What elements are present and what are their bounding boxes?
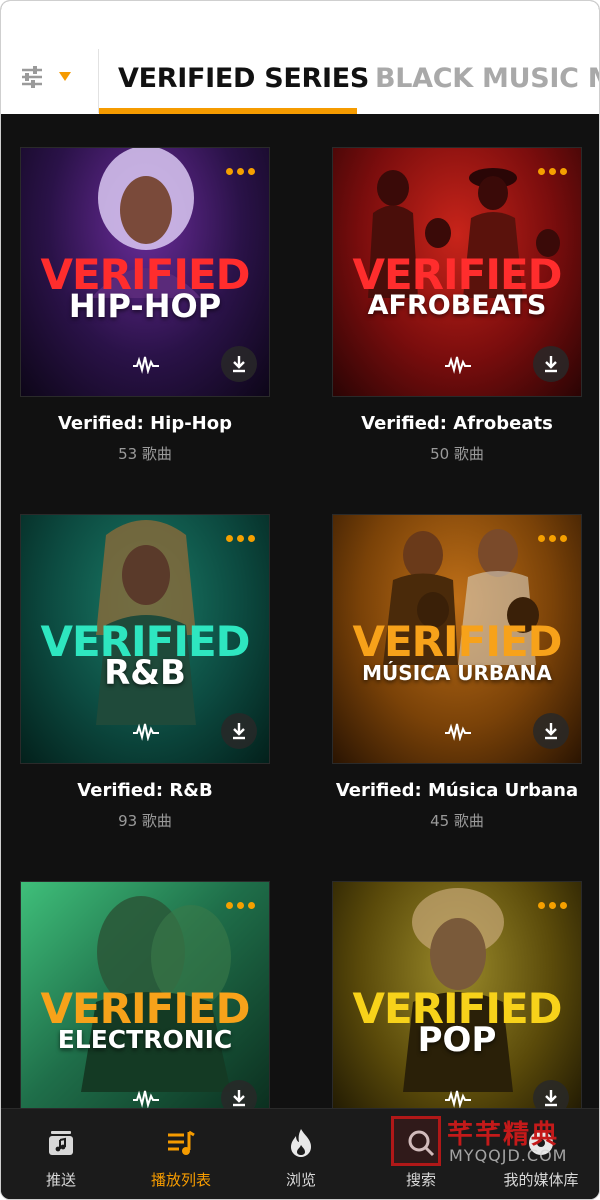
nav-label-playlists: 播放列表 [150, 1171, 211, 1189]
flame-icon [291, 1129, 311, 1157]
playlist-song-count: 45 歌曲 [430, 812, 484, 830]
download-icon[interactable] [221, 346, 257, 382]
playlist-cover[interactable]: VERIFIED AFROBEATS [332, 147, 582, 397]
playlist-cover[interactable]: VERIFIED HIP-HOP [20, 147, 270, 397]
download-icon[interactable] [533, 346, 569, 382]
more-options-icon[interactable] [226, 168, 255, 175]
playlist-song-count: 93 歌曲 [118, 812, 172, 830]
download-icon[interactable] [533, 713, 569, 749]
tab-divider [98, 49, 99, 113]
cover-genre-text: R&B [104, 653, 186, 693]
playlist-title[interactable]: Verified: Música Urbana [332, 780, 582, 801]
audiomack-logo-icon [445, 1090, 471, 1108]
bottom-navigation: 推送 播放列表 浏览 搜索 我的媒体库 芊芊精典 MYQQJD.COM [1, 1108, 599, 1199]
playlist-grid: VERIFIED HIP-HOP Verified: Hip-Hop 53 歌曲 [1, 114, 599, 1109]
playlist-title[interactable]: Verified: Hip-Hop [20, 413, 270, 434]
download-icon[interactable] [533, 1080, 569, 1109]
more-options-icon[interactable] [538, 535, 567, 542]
playlist-cover[interactable]: VERIFIED MÚSICA URBANA [332, 514, 582, 764]
tab-black-music[interactable]: BLACK MUSIC M [375, 57, 599, 101]
app-frame: VERIFIED SERIES BLACK MUSIC M VERIFIED H… [0, 0, 600, 1200]
more-options-icon[interactable] [226, 902, 255, 909]
download-icon[interactable] [221, 1080, 257, 1109]
playlist-cover[interactable]: VERIFIED POP [332, 881, 582, 1109]
nav-item-browse[interactable]: 浏览 [241, 1109, 361, 1199]
watermark-logo-icon [391, 1116, 441, 1166]
playlist-song-count: 50 歌曲 [430, 445, 484, 463]
watermark-domain-text: MYQQJD.COM [449, 1146, 568, 1165]
audiomack-logo-icon [133, 356, 159, 374]
filter-button[interactable] [19, 57, 83, 97]
playlist-title[interactable]: Verified: R&B [20, 780, 270, 801]
audiomack-logo-icon [133, 1090, 159, 1108]
nav-label-browse: 浏览 [285, 1171, 316, 1189]
audiomack-logo-icon [133, 723, 159, 741]
nav-item-playlists[interactable]: 播放列表 [121, 1109, 241, 1199]
audiomack-logo-icon [445, 356, 471, 374]
more-options-icon[interactable] [538, 168, 567, 175]
cover-genre-text: MÚSICA URBANA [362, 661, 552, 685]
cover-genre-text: ELECTRONIC [57, 1025, 233, 1054]
playlist-cover[interactable]: VERIFIED ELECTRONIC [20, 881, 270, 1109]
cover-genre-text: AFROBEATS [367, 290, 547, 321]
feed-icon [49, 1131, 73, 1155]
caret-down-icon [59, 72, 71, 82]
nav-label-feed: 推送 [45, 1171, 76, 1189]
playlist-cover[interactable]: VERIFIED R&B [20, 514, 270, 764]
nav-label-library: 我的媒体库 [503, 1171, 579, 1189]
nav-item-feed[interactable]: 推送 [1, 1109, 121, 1199]
playlist-icon [168, 1130, 195, 1155]
nav-label-search: 搜索 [405, 1171, 436, 1189]
cover-genre-text: HIP-HOP [68, 287, 222, 325]
cover-genre-text: POP [417, 1020, 497, 1060]
tab-verified-series[interactable]: VERIFIED SERIES [118, 57, 369, 101]
playlist-title[interactable]: Verified: Afrobeats [332, 413, 582, 434]
more-options-icon[interactable] [226, 535, 255, 542]
audiomack-logo-icon [445, 723, 471, 741]
watermark: 芊芊精典 MYQQJD.COM [391, 1112, 591, 1172]
download-icon[interactable] [221, 713, 257, 749]
playlist-song-count: 53 歌曲 [118, 445, 172, 463]
more-options-icon[interactable] [538, 902, 567, 909]
top-tab-bar: VERIFIED SERIES BLACK MUSIC M [1, 1, 599, 114]
sliders-icon [19, 64, 45, 90]
